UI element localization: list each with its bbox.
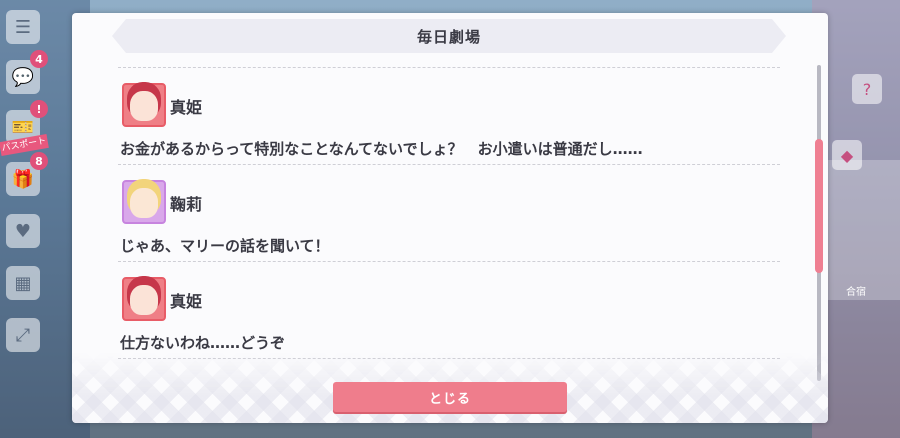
close-button[interactable]: とじる bbox=[333, 382, 567, 412]
heart-icon: ♥ bbox=[14, 220, 32, 242]
dialogue-line: 仕方ないわね……どうぞ bbox=[120, 334, 286, 352]
dialog-title: 毎日劇場 bbox=[416, 27, 481, 46]
divider bbox=[118, 261, 780, 262]
speaker-name: 真姫 bbox=[170, 98, 203, 117]
maki-avatar bbox=[122, 277, 166, 321]
conversation-entry: 真姫 仕方ないわね……どうぞ bbox=[118, 277, 780, 357]
scrollbar-thumb[interactable] bbox=[815, 139, 823, 273]
speaker-name: 真姫 bbox=[170, 292, 203, 311]
divider bbox=[118, 67, 780, 68]
daily-theater-dialog: 毎日劇場 真姫 お金があるからって特別なことなんてないでしょ？ お小遣いは普通だ… bbox=[72, 13, 828, 423]
dialogue-line: お金があるからって特別なことなんてないでしょ？ お小遣いは普通だし…… bbox=[120, 140, 643, 158]
notification-badge: ! bbox=[30, 100, 48, 118]
conversation-list[interactable]: 真姫 お金があるからって特別なことなんてないでしょ？ お小遣いは普通だし…… 鞠… bbox=[118, 67, 780, 367]
menu-button[interactable]: ☰ bbox=[6, 10, 40, 44]
close-button-label: とじる bbox=[428, 391, 471, 407]
divider bbox=[118, 164, 780, 165]
card-icon: ▦ bbox=[14, 272, 32, 294]
expand-button[interactable]: ⤢ bbox=[6, 318, 40, 352]
chat-button[interactable]: 💬 4 bbox=[6, 50, 48, 94]
dialogue-line: じゃあ、マリーの話を聞いて！ bbox=[120, 237, 330, 255]
right-menu-button[interactable]: ? bbox=[852, 74, 882, 104]
maki-avatar bbox=[122, 83, 166, 127]
event-icon: ◆ bbox=[840, 145, 854, 165]
expand-icon: ⤢ bbox=[15, 324, 31, 346]
card-button[interactable]: ▦ bbox=[6, 266, 40, 300]
gift-button[interactable]: 🎁 8 bbox=[6, 152, 48, 196]
conversation-entry: 鞠莉 じゃあ、マリーの話を聞いて！ bbox=[118, 180, 780, 260]
chat-icon: 💬 bbox=[11, 66, 35, 88]
conversation-entry: 真姫 お金があるからって特別なことなんてないでしょ？ お小遣いは普通だし…… bbox=[118, 83, 780, 163]
question-icon: ? bbox=[862, 79, 872, 99]
menu-icon: ☰ bbox=[14, 16, 32, 38]
right-event-button[interactable]: ◆ bbox=[832, 140, 862, 170]
notification-badge: 4 bbox=[30, 50, 48, 68]
gift-icon: 🎁 bbox=[11, 168, 35, 190]
mari-avatar bbox=[122, 180, 166, 224]
heart-button[interactable]: ♥ bbox=[6, 214, 40, 248]
notification-badge: 8 bbox=[30, 152, 48, 170]
camp-label: 合宿 bbox=[846, 287, 866, 298]
dialog-title-bar: 毎日劇場 bbox=[112, 19, 786, 53]
speaker-name: 鞠莉 bbox=[170, 195, 203, 214]
pass-icon: 🎫 bbox=[11, 116, 35, 138]
